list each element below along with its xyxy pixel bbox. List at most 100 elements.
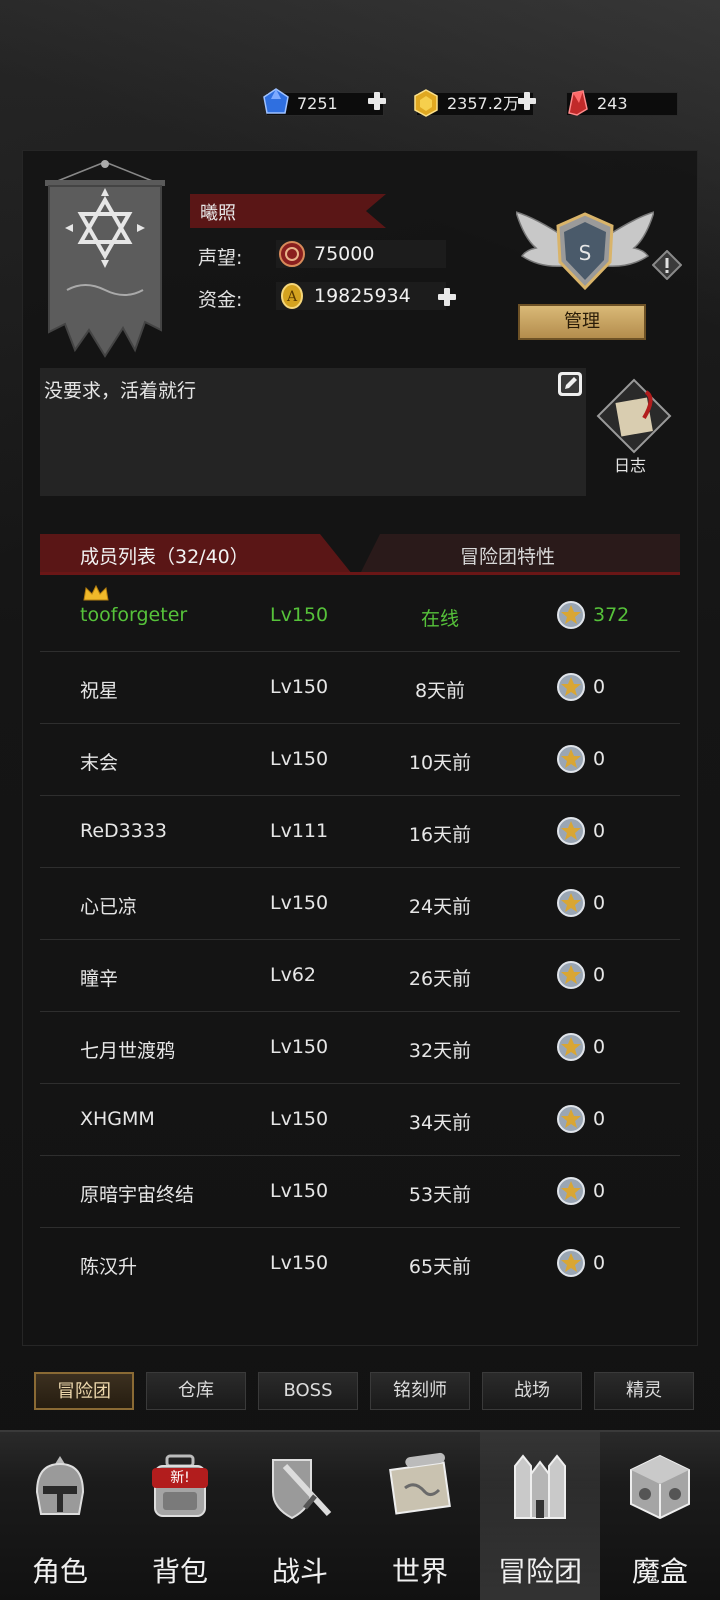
contribution-medal-icon	[557, 1249, 585, 1277]
add-funds-button[interactable]	[436, 286, 458, 308]
guild-banner-icon	[45, 160, 165, 358]
member-name: 七月世渡鸦	[80, 1040, 176, 1062]
member-points: 0	[593, 1108, 606, 1130]
nav-battle[interactable]: 战斗	[240, 1432, 360, 1600]
member-last-seen: 24天前	[408, 896, 472, 918]
member-points: 0	[593, 748, 606, 770]
nav-magic-box-label: 魔盒	[631, 1555, 688, 1588]
member-last-seen: 65天前	[408, 1256, 472, 1278]
ruby-currency: 243	[566, 90, 678, 116]
gem-amount: 7251	[297, 94, 338, 113]
tab-guild-traits[interactable]: 冒险团特性	[460, 542, 555, 569]
contribution-medal-icon	[557, 745, 585, 773]
member-points: 372	[593, 604, 630, 626]
helmet-icon	[35, 1456, 85, 1515]
contribution-medal-icon	[557, 1033, 585, 1061]
subnav-warehouse[interactable]: 仓库	[146, 1372, 246, 1410]
gold-amount: 2357.2万	[447, 94, 519, 113]
member-last-seen: 8天前	[414, 680, 466, 702]
alert-icon[interactable]	[652, 250, 682, 280]
member-name: tooforgeter	[80, 604, 188, 626]
member-last-seen: 在线	[420, 608, 459, 630]
nav-character[interactable]: 角色	[0, 1432, 120, 1600]
member-row[interactable]: 末会 Lv150 10天前 0	[40, 724, 680, 796]
member-level: Lv150	[270, 748, 329, 770]
nav-bag[interactable]: 新! 背包	[120, 1432, 240, 1600]
log-scroll-icon[interactable]	[596, 378, 672, 454]
subnav-battlefield[interactable]: 战场	[482, 1372, 582, 1410]
tab-member-list[interactable]: 成员列表（32/40）	[80, 542, 249, 569]
contribution-medal-icon	[557, 1105, 585, 1133]
nav-character-label: 角色	[31, 1555, 88, 1588]
gold-coin-icon: A	[281, 283, 303, 309]
member-row[interactable]: ReD3333 Lv111 16天前 0	[40, 796, 680, 868]
shield-sword-icon	[272, 1459, 332, 1520]
reputation-label: 声望:	[198, 247, 243, 269]
contribution-medal-icon	[557, 817, 585, 845]
bottom-navigation: 角色 新! 背包 战斗 世界 冒险团 魔盒	[0, 1430, 720, 1600]
log-label[interactable]: 日志	[614, 452, 646, 476]
funds-row: 资金: A 19825934	[198, 280, 468, 314]
member-list: tooforgeter Lv150 在线 372 祝星 Lv150 8天前 0 …	[40, 580, 680, 1300]
nav-guild[interactable]: 冒险团	[480, 1432, 600, 1600]
member-points: 0	[593, 1036, 606, 1058]
member-points: 0	[593, 964, 606, 986]
guild-motto: 没要求，活着就行	[44, 380, 197, 402]
member-points: 0	[593, 892, 606, 914]
crown-icon	[83, 584, 109, 601]
member-level: Lv150	[270, 1108, 329, 1130]
reputation-row: 声望: 75000	[198, 238, 458, 272]
nav-guild-label: 冒险团	[497, 1555, 582, 1588]
nav-magic-box[interactable]: 魔盒	[600, 1432, 720, 1600]
member-points: 0	[593, 820, 606, 842]
subnav-engraver[interactable]: 铭刻师	[370, 1372, 470, 1410]
castle-icon	[514, 1454, 566, 1519]
rank-badge-icon: S	[516, 211, 654, 291]
add-gems-button[interactable]	[366, 90, 388, 112]
contribution-medal-icon	[557, 673, 585, 701]
subnav-boss[interactable]: BOSS	[258, 1372, 358, 1410]
member-last-seen: 26天前	[408, 968, 472, 990]
member-name: 原暗宇宙终结	[80, 1184, 195, 1206]
member-last-seen: 34天前	[408, 1112, 472, 1134]
member-row[interactable]: 原暗宇宙终结 Lv150 53天前 0	[40, 1156, 680, 1228]
new-badge: 新!	[152, 1468, 208, 1488]
guild-name-plate: 曦照	[190, 194, 386, 228]
funds-value: 19825934	[314, 285, 411, 307]
member-last-seen: 16天前	[408, 824, 472, 846]
member-level: Lv150	[270, 676, 329, 698]
edit-icon[interactable]	[556, 370, 584, 398]
member-name: ReD3333	[80, 820, 168, 842]
nav-world-label: 世界	[391, 1555, 448, 1588]
map-scroll-icon	[389, 1452, 451, 1515]
add-gold-button[interactable]	[516, 90, 538, 112]
contribution-medal-icon	[557, 889, 585, 917]
guild-motto-box: 没要求，活着就行	[40, 368, 586, 496]
member-row[interactable]: 瞳辛 Lv62 26天前 0	[40, 940, 680, 1012]
subnav-guild[interactable]: 冒险团	[34, 1372, 134, 1410]
member-last-seen: 53天前	[408, 1184, 472, 1206]
member-row[interactable]: 陈汉升 Lv150 65天前 0	[40, 1228, 680, 1300]
blue-gem-icon	[263, 88, 289, 114]
member-row[interactable]: XHGMM Lv150 34天前 0	[40, 1084, 680, 1156]
member-row[interactable]: 七月世渡鸦 Lv150 32天前 0	[40, 1012, 680, 1084]
member-row[interactable]: 心已凉 Lv150 24天前 0	[40, 868, 680, 940]
tab-underline	[40, 572, 680, 575]
member-level: Lv150	[270, 1252, 329, 1274]
member-level: Lv62	[270, 964, 317, 986]
member-row[interactable]: 祝星 Lv150 8天前 0	[40, 652, 680, 724]
member-points: 0	[593, 1252, 606, 1274]
member-last-seen: 10天前	[408, 752, 472, 774]
nav-world[interactable]: 世界	[360, 1432, 480, 1600]
member-name: 瞳辛	[80, 968, 119, 990]
svg-text:A: A	[286, 289, 298, 305]
member-level: Lv111	[270, 820, 329, 842]
member-level: Lv150	[270, 604, 329, 626]
nav-bag-label: 背包	[151, 1555, 208, 1588]
manage-button[interactable]: 管理	[518, 304, 646, 340]
member-level: Lv150	[270, 1180, 329, 1202]
gold-gem-icon	[414, 89, 438, 117]
member-level: Lv150	[270, 892, 329, 914]
member-row[interactable]: tooforgeter Lv150 在线 372	[40, 580, 680, 652]
subnav-spirit[interactable]: 精灵	[594, 1372, 694, 1410]
